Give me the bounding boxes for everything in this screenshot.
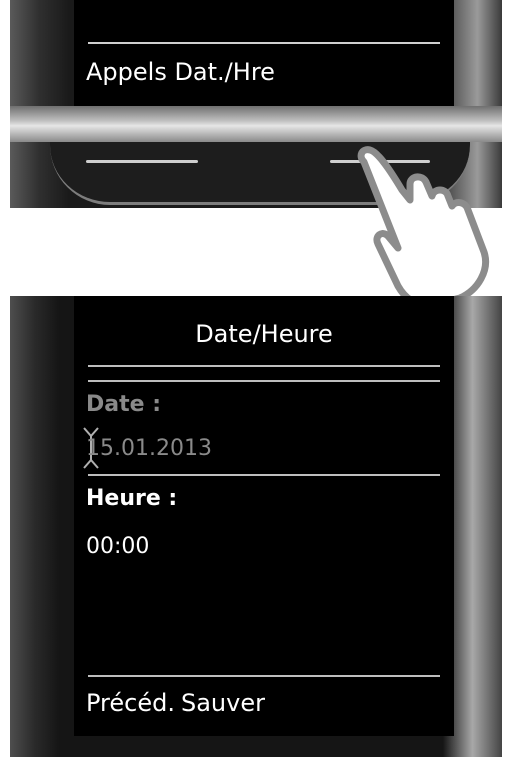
date-input[interactable]: 15.01.2013 — [86, 436, 212, 461]
left-softkey[interactable] — [86, 160, 198, 163]
date-label: Date : — [86, 392, 162, 417]
hand-pointer-icon — [357, 146, 489, 309]
title-divider-upper — [88, 365, 440, 367]
top-display-divider — [88, 42, 440, 44]
softkey-divider — [88, 675, 440, 677]
previous-button[interactable]: Précéd. — [86, 689, 175, 717]
field-divider — [88, 474, 440, 476]
softkey-label-appels-date-heure[interactable]: Appels Dat./Hre — [86, 58, 275, 86]
screen-title: Date/Heure — [195, 320, 333, 348]
handset-bezel — [10, 106, 502, 142]
time-input[interactable]: 00:00 — [86, 534, 149, 559]
top-display: Appels Dat./Hre — [74, 0, 454, 106]
softkey-bar: Précéd. Sauver — [86, 689, 271, 717]
time-label: Heure : — [86, 486, 178, 511]
date-time-display: Date/Heure Date : 15.01.2013 Heure : 00:… — [74, 296, 454, 736]
handset-bottom-view: Date/Heure Date : 15.01.2013 Heure : 00:… — [10, 296, 502, 757]
title-divider-lower — [88, 380, 440, 382]
save-button[interactable]: Sauver — [181, 689, 265, 717]
